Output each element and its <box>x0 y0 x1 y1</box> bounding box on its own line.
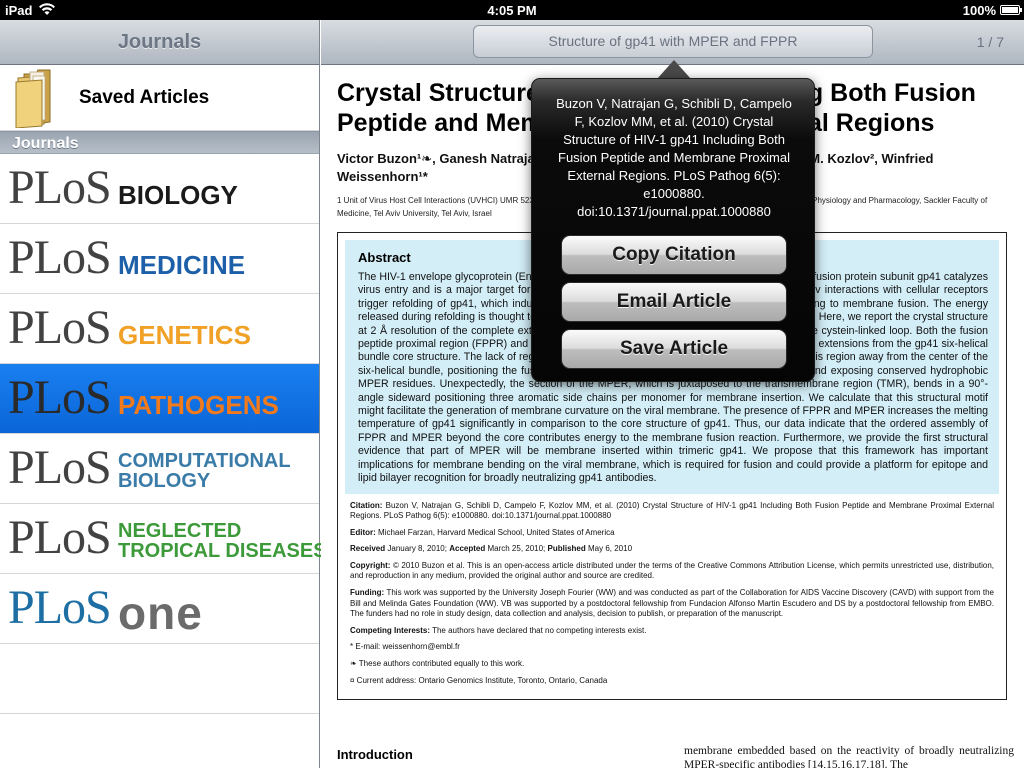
funding-line: Funding: This work was supported by the … <box>350 588 994 620</box>
journal-list: PLoS BIOLOGY PLoS MEDICINE PLoS GENETICS PLoS P… <box>0 154 327 644</box>
funding-text: This work was supported by the Universit… <box>350 588 994 619</box>
journal-name: COMPUTATIONAL BIOLOGY <box>118 451 291 491</box>
page-counter: 1 / 7 <box>976 34 1004 50</box>
journal-row[interactable]: PLoS GENETICS <box>0 294 319 364</box>
email-article-button[interactable]: Email Article <box>561 282 787 322</box>
sidebar-title: Journals <box>0 20 319 65</box>
journal-row[interactable]: PLoS NEGLECTED TROPICAL DISEASES <box>0 504 327 574</box>
journal-name: one <box>118 587 203 639</box>
equal-contribution-note: ❧ These authors contributed equally to t… <box>350 659 525 669</box>
editor-line: Editor: Michael Farzan, Harvard Medical … <box>350 528 994 539</box>
plos-logo-mark: PLoS <box>8 581 112 634</box>
plos-logo-mark: PLoS <box>8 441 112 494</box>
plos-logo-mark: PLoS <box>8 511 112 564</box>
app-window: iPad 4:05 PM 100% Journals Saved Article… <box>0 0 1024 768</box>
journal-name-line: TROPICAL DISEASES <box>118 540 327 562</box>
published-label: Published <box>547 544 586 554</box>
journal-row[interactable]: PLoS COMPUTATIONAL BIOLOGY <box>0 434 319 504</box>
copyright-label: Copyright: <box>350 560 391 570</box>
published-date: May 6, 2010 <box>587 544 633 554</box>
received-label: Received <box>350 544 386 554</box>
email-note: * E-mail: weissenhorn@embl.fr <box>350 642 460 652</box>
accepted-date: March 25, 2010; <box>487 544 546 554</box>
popover-arrow <box>657 60 691 79</box>
dates-line: Received January 8, 2010; Accepted March… <box>350 544 994 555</box>
introduction-heading: Introduction <box>337 747 413 762</box>
competing-interests-line: Competing Interests: The authors have de… <box>350 626 994 637</box>
editor-label: Editor: <box>350 527 376 537</box>
journal-name: GENETICS <box>118 322 251 348</box>
save-article-button[interactable]: Save Article <box>561 329 787 369</box>
article-metadata: Citation: Buzon V, Natrajan G, Schibli D… <box>345 494 999 687</box>
journal-name-line: PATHOGENS <box>118 390 279 420</box>
article-nav-bar: Structure of gp41 with MPER and FPPR 1 /… <box>321 20 1024 65</box>
journal-row[interactable]: PLoS BIOLOGY <box>0 154 319 224</box>
journal-name-line: BIOLOGY <box>118 470 211 492</box>
citation-label: Citation: <box>350 500 383 510</box>
received-date: January 8, 2010; <box>387 544 447 554</box>
journals-sidebar: Journals Saved Articles Journals PLoS BIO… <box>0 20 327 768</box>
journal-name-line: MEDICINE <box>118 250 246 280</box>
journal-name-line: COMPUTATIONAL <box>118 450 291 472</box>
journal-name: NEGLECTED TROPICAL DISEASES <box>118 521 327 561</box>
journal-name-line: NEGLECTED <box>118 520 242 542</box>
battery-percentage: 100% <box>962 3 996 18</box>
copyright-line: Copyright: © 2010 Buzon et al. This is a… <box>350 561 994 582</box>
plos-logo-mark: PLoS <box>8 231 112 284</box>
saved-articles-label: Saved Articles <box>79 87 210 108</box>
citation-text: Buzon V, Natrajan G, Schibli D, Campelo … <box>350 500 994 521</box>
journal-row[interactable]: PLoS one <box>0 574 319 644</box>
current-address-note: ¤ Current address: Ontario Genomics Inst… <box>350 675 608 685</box>
citation-popover: Buzon V, Natrajan G, Schibli D, Campelo … <box>531 78 815 382</box>
accepted-label: Accepted <box>449 544 486 554</box>
battery-icon <box>1000 5 1022 15</box>
citation-line: Citation: Buzon V, Natrajan G, Schibli D… <box>350 501 994 522</box>
popover-citation-text: Buzon V, Natrajan G, Schibli D, Campelo … <box>556 96 792 219</box>
copy-citation-button[interactable]: Copy Citation <box>561 235 787 275</box>
status-bar: iPad 4:05 PM 100% <box>0 0 1024 20</box>
plos-logo-mark: PLoS <box>8 301 112 354</box>
copyright-text: © 2010 Buzon et al. This is an open-acce… <box>350 560 995 581</box>
funding-label: Funding: <box>350 588 385 598</box>
plos-logo-mark: PLoS <box>8 371 112 424</box>
empty-list-row <box>0 644 319 714</box>
competing-interests-text: The authors have declared that no compet… <box>432 625 647 635</box>
journal-name-line: BIOLOGY <box>118 180 238 210</box>
journal-name-line: GENETICS <box>118 320 251 350</box>
journal-name: PATHOGENS <box>118 392 279 418</box>
folder-icon <box>15 69 51 128</box>
clock: 4:05 PM <box>487 3 537 18</box>
journal-row[interactable]: PLoS PATHOGENS <box>0 364 319 434</box>
journal-name: MEDICINE <box>118 252 245 278</box>
article-title-button[interactable]: Structure of gp41 with MPER and FPPR <box>473 25 873 58</box>
editor-text: Michael Farzan, Harvard Medical School, … <box>378 527 615 537</box>
competing-interests-label: Competing Interests: <box>350 625 431 635</box>
saved-articles-row[interactable]: Saved Articles <box>0 65 319 131</box>
plos-logo-mark: PLoS <box>8 161 112 214</box>
journals-section-header: Journals <box>0 131 319 154</box>
journal-row[interactable]: PLoS MEDICINE <box>0 224 319 294</box>
journal-name: BIOLOGY <box>118 182 238 208</box>
introduction-text: membrane embedded based on the reactivit… <box>684 745 1014 768</box>
